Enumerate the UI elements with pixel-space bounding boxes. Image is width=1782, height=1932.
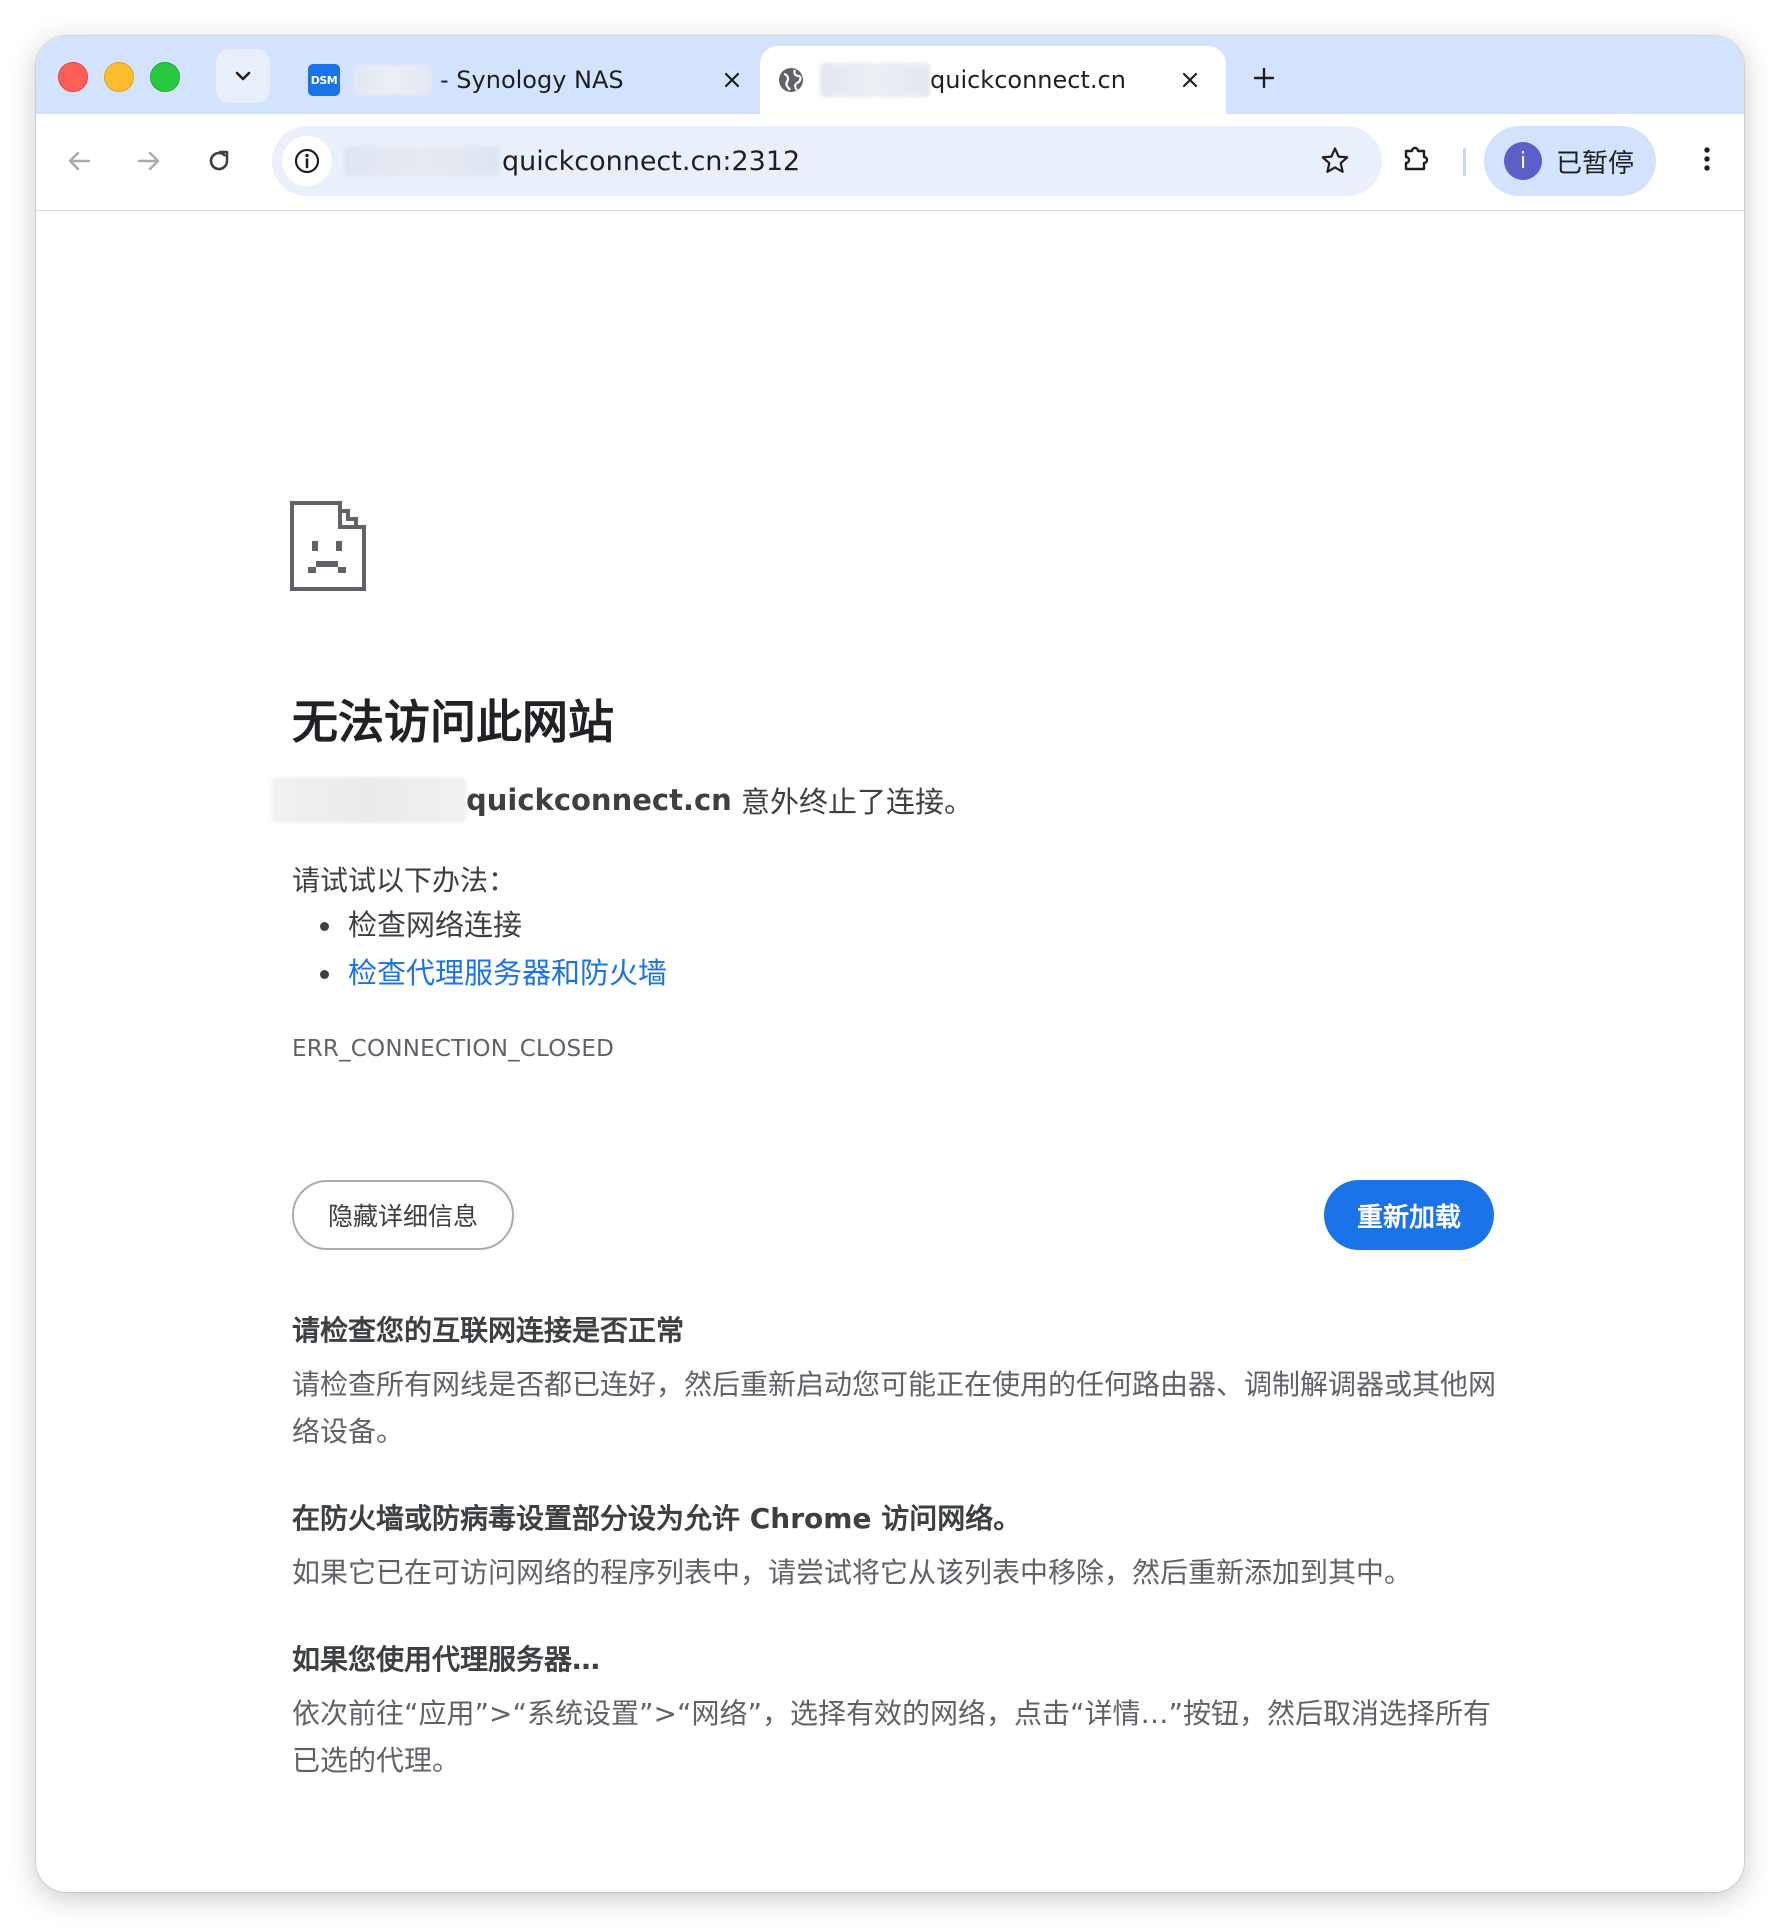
info-icon <box>294 148 320 174</box>
detail-body: 如果它已在可访问网络的程序列表中，请尝试将它从该列表中移除，然后重新添加到其中。 <box>292 1556 1413 1589</box>
close-icon <box>724 72 740 88</box>
bookmark-button[interactable] <box>1316 142 1354 180</box>
extensions-button[interactable] <box>1394 136 1440 182</box>
plus-icon <box>1253 67 1275 89</box>
dsm-favicon-icon: DSM <box>308 64 340 96</box>
profile-button[interactable]: i 已暂停 <box>1484 126 1656 196</box>
puzzle-icon <box>1404 146 1429 171</box>
toolbar: quickconnect.cn:2312 i 已暂停 <box>36 114 1744 211</box>
close-window-button[interactable] <box>58 62 88 92</box>
redacted-text <box>354 65 432 95</box>
toolbar-separator <box>1463 148 1466 176</box>
arrow-right-icon <box>137 151 160 171</box>
detail-section-proxy: 如果您使用代理服务器… 依次前往“应用”>“系统设置”>“网络”，选择有效的网络… <box>292 1638 1502 1784</box>
suggestions-label: 请试试以下办法： <box>292 864 517 897</box>
detail-section-internet: 请检查您的互联网连接是否正常 请检查所有网线是否都已连好，然后重新启动您可能正在… <box>292 1309 1502 1455</box>
reload-icon <box>209 150 229 171</box>
site-info-button[interactable] <box>282 136 332 186</box>
sad-page-icon <box>290 501 366 591</box>
tab-close-button[interactable] <box>716 64 748 96</box>
avatar: i <box>1504 142 1542 180</box>
list-item: 检查代理服务器和防火墙 <box>292 949 667 997</box>
error-summary: quickconnect.cn 意外终止了连接。 <box>272 777 973 823</box>
star-icon <box>1321 147 1349 173</box>
more-vertical-icon <box>1704 147 1710 171</box>
suggestion-check-proxy-link[interactable]: 检查代理服务器和防火墙 <box>348 956 667 990</box>
reload-toolbar-button[interactable] <box>196 138 242 184</box>
error-title: 无法访问此网站 <box>292 695 614 749</box>
suggestions-list: 检查网络连接 检查代理服务器和防火墙 <box>292 901 667 997</box>
close-icon <box>1182 72 1198 88</box>
browser-menu-button[interactable] <box>1684 136 1730 182</box>
browser-window: DSM - Synology NAS quickconnect.cn quick… <box>36 36 1744 1892</box>
detail-heading: 请检查您的互联网连接是否正常 <box>292 1314 685 1347</box>
chevron-down-icon <box>235 71 251 81</box>
hide-details-button[interactable]: 隐藏详细信息 <box>292 1180 514 1250</box>
zoom-window-button[interactable] <box>150 62 180 92</box>
tab-synology-nas[interactable]: DSM - Synology NAS <box>288 46 768 114</box>
new-tab-button[interactable] <box>1244 58 1284 98</box>
tab-title: quickconnect.cn <box>930 66 1126 94</box>
error-summary-text: 意外终止了连接。 <box>731 785 974 819</box>
minimize-window-button[interactable] <box>104 62 134 92</box>
suggestion-check-network: 检查网络连接 <box>348 908 523 942</box>
globe-icon <box>779 68 803 92</box>
error-page: 无法访问此网站 quickconnect.cn 意外终止了连接。 请试试以下办法… <box>36 211 1744 1892</box>
list-item: 检查网络连接 <box>292 901 667 949</box>
forward-button[interactable] <box>126 138 172 184</box>
tab-search-button[interactable] <box>216 49 270 103</box>
detail-section-firewall: 在防火墙或防病毒设置部分设为允许 Chrome 访问网络。 如果它已在可访问网络… <box>292 1497 1502 1596</box>
error-code: ERR_CONNECTION_CLOSED <box>292 1036 614 1062</box>
profile-status-label: 已暂停 <box>1556 148 1635 179</box>
detail-heading: 如果您使用代理服务器… <box>292 1643 601 1676</box>
reload-button[interactable]: 重新加载 <box>1324 1180 1494 1250</box>
address-bar[interactable]: quickconnect.cn:2312 <box>272 126 1382 196</box>
redacted-text <box>344 146 500 176</box>
error-host: quickconnect.cn <box>466 783 732 817</box>
detail-body: 请检查所有网线是否都已连好，然后重新启动您可能正在使用的任何路由器、调制解调器或… <box>292 1368 1497 1448</box>
detail-body: 依次前往“应用”>“系统设置”>“网络”，选择有效的网络，点击“详情…”按钮，然… <box>292 1697 1491 1777</box>
tab-close-button[interactable] <box>1174 64 1206 96</box>
url-display[interactable]: quickconnect.cn:2312 <box>344 126 800 196</box>
tab-strip: DSM - Synology NAS quickconnect.cn <box>36 36 1744 114</box>
url-text: quickconnect.cn:2312 <box>502 145 801 177</box>
tab-title: - Synology NAS <box>440 66 624 94</box>
redacted-text <box>272 777 466 823</box>
back-button[interactable] <box>56 138 102 184</box>
detail-heading: 在防火墙或防病毒设置部分设为允许 Chrome 访问网络。 <box>292 1502 1022 1535</box>
tab-quickconnect[interactable]: quickconnect.cn <box>760 46 1226 114</box>
redacted-text <box>820 63 930 97</box>
arrow-left-icon <box>68 151 91 171</box>
